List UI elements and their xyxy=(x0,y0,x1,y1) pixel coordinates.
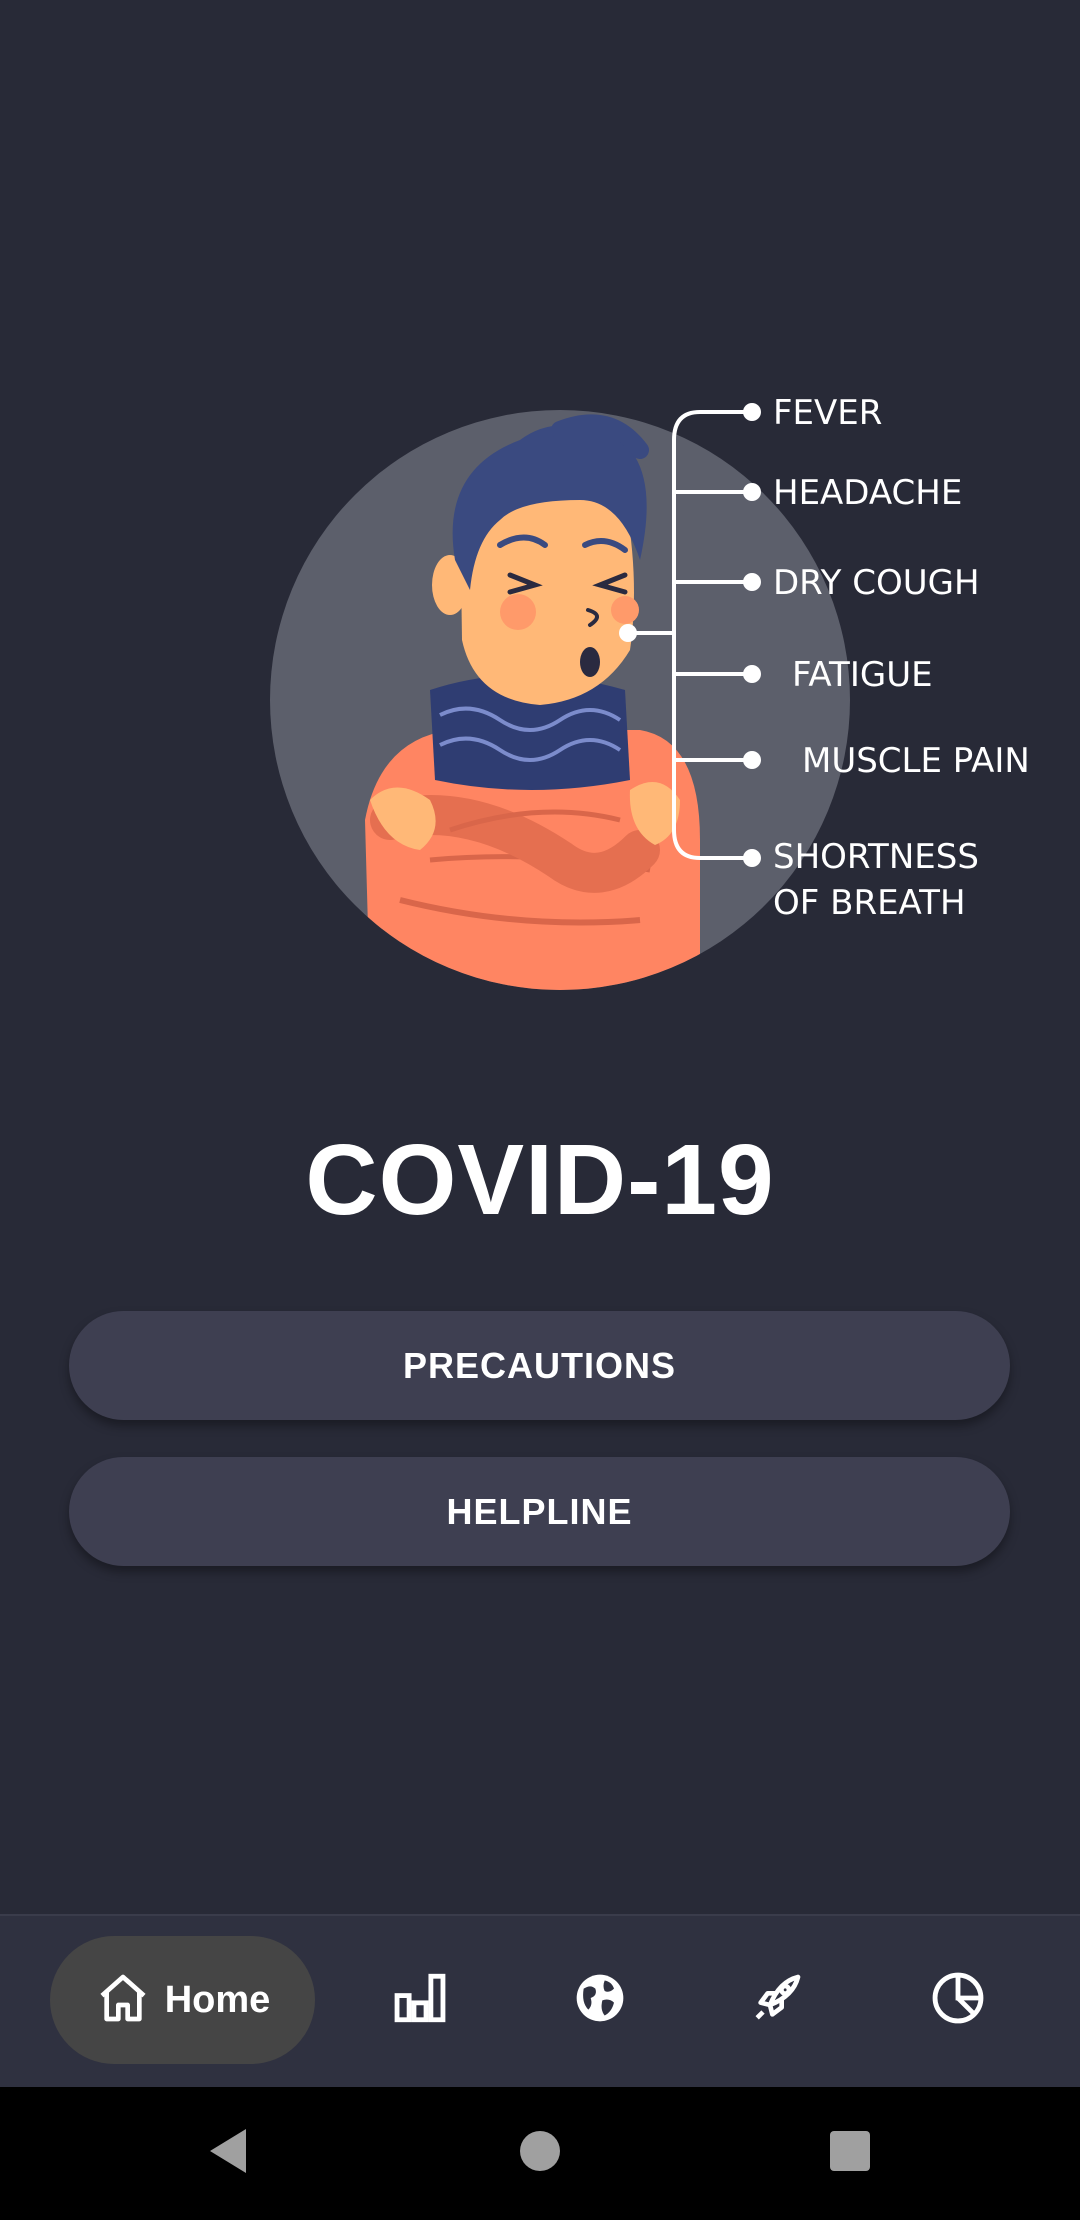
recents-square-icon xyxy=(829,2130,871,2177)
nav-home-label: Home xyxy=(164,1978,271,2021)
nav-item-summary[interactable] xyxy=(898,1936,1018,2064)
helpline-button[interactable]: HELPLINE xyxy=(69,1457,1010,1566)
nav-item-world[interactable] xyxy=(540,1936,660,2064)
precautions-button[interactable]: PRECAUTIONS xyxy=(69,1311,1010,1420)
covid-symptoms-illustration: FEVER HEADACHE DRY COUGH FATIGUE MUSCLE … xyxy=(270,393,1030,990)
system-navigation-bar xyxy=(0,2087,1080,2220)
symptom-fatigue: FATIGUE xyxy=(792,655,933,695)
system-recents-button[interactable] xyxy=(790,2087,910,2220)
bottom-navigation: Home xyxy=(0,1914,1080,2087)
pie-chart-icon xyxy=(929,1969,987,2032)
globe-icon xyxy=(572,1970,628,2031)
symptom-muscle-pain: MUSCLE PAIN xyxy=(802,741,1030,781)
symptom-shortness-line1: SHORTNESS xyxy=(773,837,979,877)
symptom-shortness-line2: OF BREATH xyxy=(773,883,966,923)
system-home-button[interactable] xyxy=(480,2087,600,2220)
home-icon xyxy=(95,1970,151,2031)
home-circle-icon xyxy=(518,2129,562,2178)
nav-item-stats[interactable] xyxy=(360,1936,480,2064)
nav-item-launch[interactable] xyxy=(717,1936,837,2064)
bar-chart-icon xyxy=(391,1969,449,2032)
nav-item-home[interactable]: Home xyxy=(50,1936,315,2064)
system-back-button[interactable] xyxy=(168,2087,288,2220)
symptom-headache: HEADACHE xyxy=(773,473,962,513)
symptom-dry-cough: DRY COUGH xyxy=(773,563,980,603)
rocket-icon xyxy=(749,1970,805,2031)
back-triangle-icon xyxy=(206,2127,250,2180)
symptom-fever: FEVER xyxy=(773,393,882,433)
page-title: COVID-19 xyxy=(305,1124,775,1236)
